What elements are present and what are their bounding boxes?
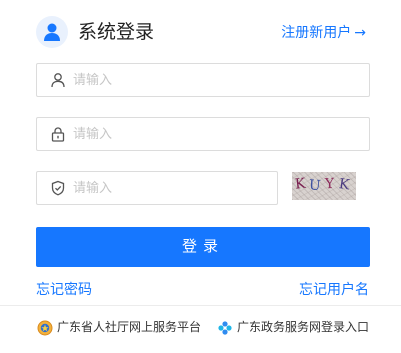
captcha-text: KUYK [292,175,356,195]
username-field[interactable] [36,63,370,97]
forgot-password-link[interactable]: 忘记密码 [36,279,92,299]
login-header: 系统登录 注册新用户 → [36,14,366,50]
shield-icon [51,180,65,196]
lock-icon [51,127,65,142]
gov-service-link[interactable]: 广东政务服务网登录入口 [217,318,369,336]
hrss-platform-link[interactable]: 广东省人社厅网上服务平台 [37,318,201,336]
user-avatar-icon [36,16,68,48]
register-link[interactable]: 注册新用户 → [281,23,366,43]
captcha-input[interactable] [73,172,269,204]
password-field[interactable] [36,117,370,151]
captcha-char: K [337,176,354,194]
captcha-image[interactable]: KUYK [292,172,356,200]
captcha-char: Y [324,175,339,193]
login-button[interactable]: 登录 [36,227,370,267]
hrss-platform-label: 广东省人社厅网上服务平台 [57,320,202,334]
gov-service-label: 广东政务服务网登录入口 [237,320,370,334]
captcha-char: U [308,177,326,195]
footer-divider [0,305,401,306]
register-label: 注册新用户 [281,25,352,41]
password-input[interactable] [73,118,361,150]
user-icon [51,73,65,88]
captcha-field[interactable] [36,171,278,205]
page-title: 系统登录 [78,21,155,43]
hrss-emblem-icon [37,320,53,335]
forgot-username-link[interactable]: 忘记用户名 [299,279,369,299]
username-input[interactable] [73,64,361,96]
gov-service-logo-icon [218,320,232,335]
arrow-right-icon: → [354,25,366,41]
